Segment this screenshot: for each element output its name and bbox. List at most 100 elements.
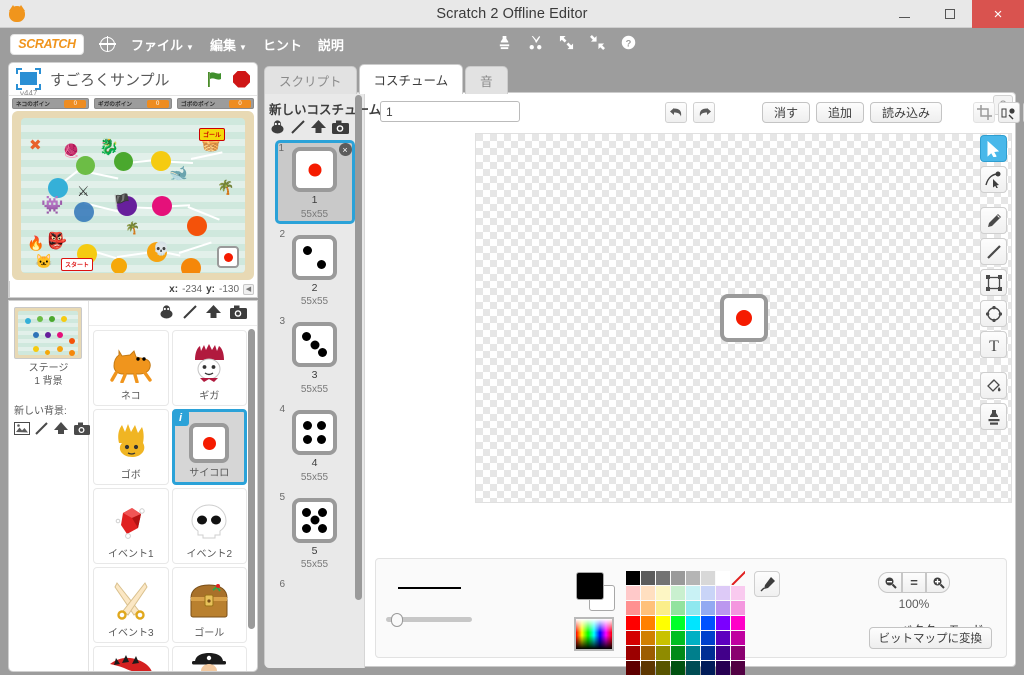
tab-costumes[interactable]: コスチューム — [358, 64, 464, 94]
zoom-out-button[interactable] — [878, 572, 902, 593]
palette-swatch[interactable] — [701, 586, 715, 600]
paint-bucket-icon[interactable] — [980, 372, 1007, 399]
eyedropper-icon[interactable] — [754, 571, 780, 597]
upload-icon[interactable] — [205, 304, 222, 322]
select-tool[interactable] — [980, 135, 1007, 162]
palette-swatch[interactable] — [671, 586, 685, 600]
clear-button[interactable]: 消す — [762, 102, 811, 123]
upload-icon[interactable] — [53, 421, 69, 438]
convert-to-bitmap-button[interactable]: ビットマップに変換 — [868, 627, 992, 649]
undo-button[interactable] — [665, 102, 687, 123]
costume-list-scrollbar[interactable] — [355, 95, 362, 600]
camera-icon[interactable] — [74, 422, 90, 438]
menu-tips[interactable]: ヒント — [263, 35, 302, 54]
palette-swatch[interactable] — [626, 631, 640, 645]
palette-swatch[interactable] — [671, 601, 685, 615]
palette-swatch[interactable] — [731, 661, 745, 675]
palette-swatch[interactable] — [656, 571, 670, 585]
sprite-item-pirate[interactable] — [171, 646, 247, 671]
language-globe-icon[interactable] — [99, 35, 116, 53]
palette-swatch[interactable] — [701, 601, 715, 615]
primary-color-swatch[interactable] — [576, 572, 604, 600]
palette-swatch[interactable] — [641, 586, 655, 600]
help-icon[interactable]: ? — [621, 35, 636, 53]
palette-swatch[interactable] — [701, 616, 715, 630]
sprite-item-goal[interactable]: ゴール — [171, 567, 247, 643]
import-button[interactable]: 読み込み — [870, 102, 943, 123]
stop-icon[interactable] — [233, 70, 250, 88]
palette-swatch[interactable] — [671, 631, 685, 645]
sprite-item-event3[interactable]: イベント3 — [93, 567, 169, 643]
costume-item-3[interactable]: 3 3 55x55 — [278, 315, 352, 399]
palette-swatch[interactable] — [716, 631, 730, 645]
costume-name-input[interactable] — [380, 101, 520, 122]
palette-swatch[interactable] — [716, 601, 730, 615]
palette-swatch[interactable] — [641, 631, 655, 645]
stamp-icon[interactable] — [497, 35, 512, 53]
costume-item-5[interactable]: 5 5 55x55 — [278, 491, 352, 575]
palette-swatch[interactable] — [716, 571, 730, 585]
palette-swatch[interactable] — [656, 586, 670, 600]
palette-swatch[interactable] — [626, 586, 640, 600]
costume-item-1[interactable]: 1 × 1 55x55 — [274, 140, 355, 224]
pencil-tool[interactable] — [980, 207, 1007, 234]
palette-swatch[interactable] — [671, 571, 685, 585]
palette-swatch[interactable] — [656, 631, 670, 645]
paint-icon[interactable] — [35, 421, 48, 438]
palette-swatch[interactable] — [626, 571, 640, 585]
canvas-die-costume[interactable] — [719, 294, 768, 342]
palette-swatch[interactable] — [656, 616, 670, 630]
palette-swatch[interactable] — [731, 616, 745, 630]
palette-swatch[interactable] — [686, 571, 700, 585]
reshape-tool[interactable] — [980, 166, 1007, 193]
sprite-die-on-stage[interactable] — [217, 246, 239, 268]
delete-costume-icon[interactable]: × — [338, 143, 352, 156]
stage-display[interactable]: ネコのポイン 0 ギガのポイン 0 ゴボのポイン 0 ✖ 🧶 🐉 🐋 🌴 🌴 👾… — [9, 95, 257, 281]
palette-swatch[interactable] — [716, 661, 730, 675]
scratch-logo[interactable]: SCRATCH — [10, 33, 84, 55]
stamp-icon[interactable] — [980, 403, 1007, 430]
tab-scripts[interactable]: スクリプト — [264, 66, 357, 94]
palette-swatch[interactable] — [671, 661, 685, 675]
redo-button[interactable] — [693, 102, 715, 123]
menu-about[interactable]: 説明 — [318, 35, 344, 54]
zoom-reset-button[interactable]: = — [902, 572, 926, 593]
paint-icon[interactable] — [183, 304, 197, 322]
palette-swatch[interactable] — [641, 601, 655, 615]
stage-size-icon[interactable]: v447 — [16, 68, 41, 98]
sprite-item-event2[interactable]: イベント2 — [171, 488, 247, 564]
sprite-item-dragon[interactable] — [93, 646, 169, 671]
add-button[interactable]: 追加 — [816, 102, 865, 123]
tab-sounds[interactable]: 音 — [465, 66, 508, 94]
chevron-left-icon[interactable]: ◀ — [243, 283, 254, 295]
palette-swatch[interactable] — [641, 616, 655, 630]
sprite-list-scrollbar[interactable] — [248, 329, 255, 629]
palette-swatch[interactable] — [656, 661, 670, 675]
costume-item-4[interactable]: 4 4 55x55 — [278, 403, 352, 487]
line-tool[interactable] — [980, 238, 1007, 265]
palette-swatch[interactable] — [686, 646, 700, 660]
palette-swatch[interactable] — [686, 586, 700, 600]
gradient-picker[interactable] — [574, 617, 614, 651]
palette-swatch[interactable] — [701, 646, 715, 660]
palette-swatch[interactable] — [671, 646, 685, 660]
costume-scroll-area[interactable]: 1 × 1 55x55 2 2 55x55 3 3 55x55 4 4 55x5… — [265, 140, 364, 668]
paint-canvas[interactable] — [475, 133, 1012, 503]
palette-swatch[interactable] — [731, 646, 745, 660]
palette-swatch[interactable] — [701, 631, 715, 645]
upload-icon[interactable] — [310, 119, 327, 137]
palette-swatch[interactable] — [716, 616, 730, 630]
palette-swatch[interactable] — [626, 601, 640, 615]
green-flag-icon[interactable] — [206, 71, 224, 88]
library-icon[interactable] — [158, 304, 175, 322]
palette-swatch[interactable] — [701, 661, 715, 675]
palette-swatch[interactable] — [641, 571, 655, 585]
palette-swatch[interactable] — [626, 661, 640, 675]
shrink-icon[interactable] — [590, 35, 605, 53]
minimize-button[interactable] — [882, 0, 927, 28]
ellipse-tool[interactable] — [980, 300, 1007, 327]
rectangle-tool[interactable] — [980, 269, 1007, 296]
palette-swatch-transparent[interactable] — [731, 571, 745, 585]
sprite-item-gobo[interactable]: ゴボ — [93, 409, 169, 485]
flip-horizontal-icon[interactable] — [998, 102, 1020, 123]
